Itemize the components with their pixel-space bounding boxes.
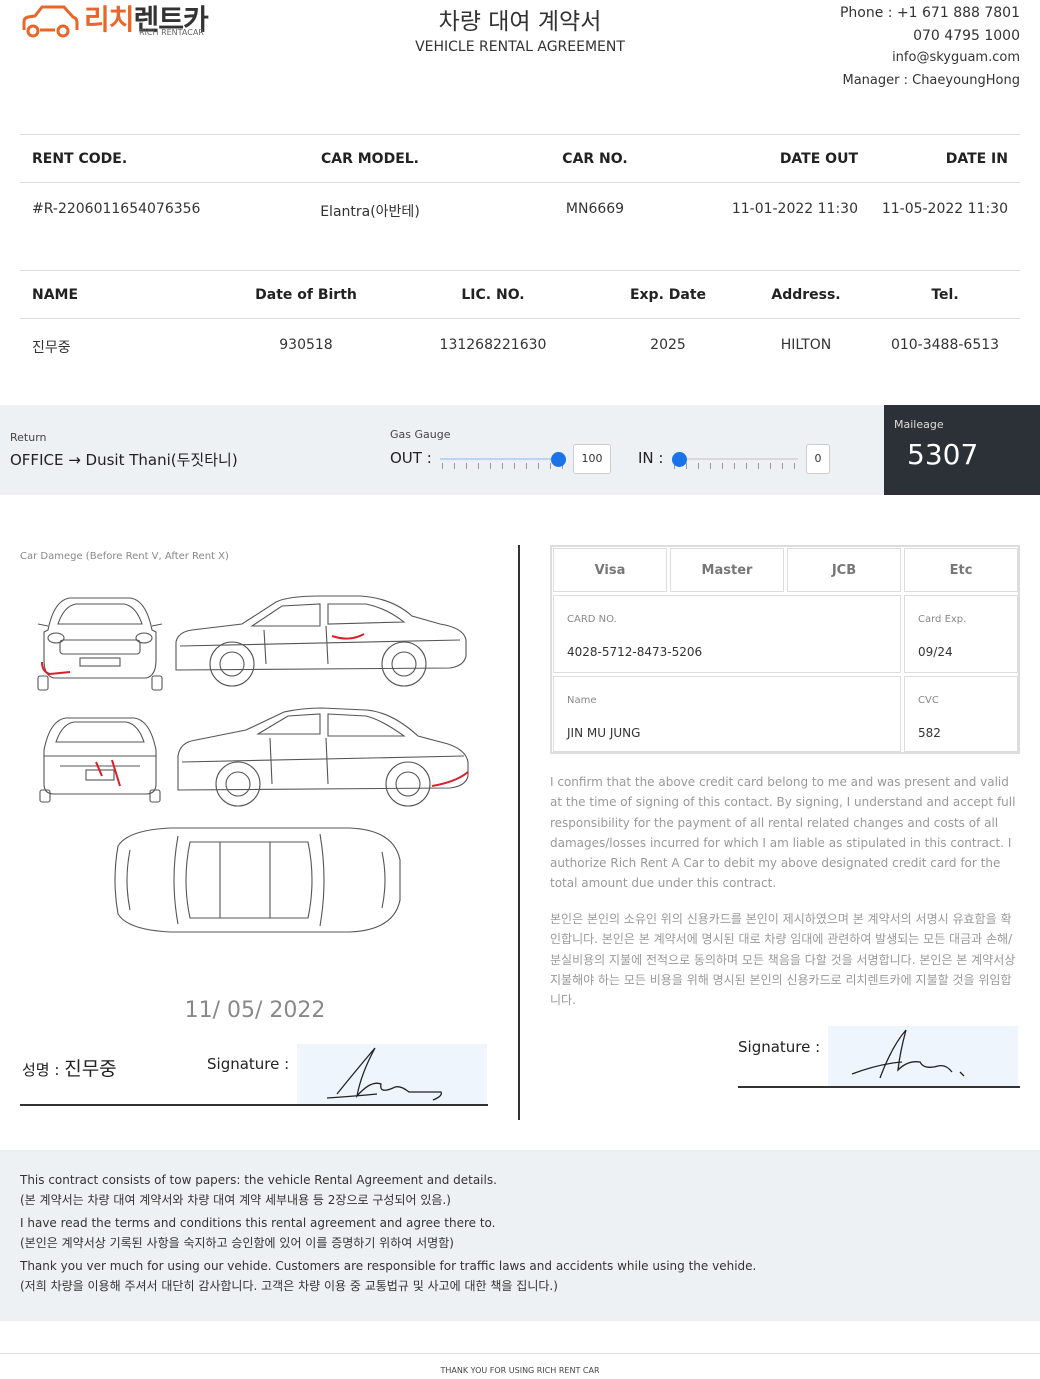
card-exp-label: Card Exp. — [918, 614, 967, 625]
gas-out-label: OUT : — [390, 449, 432, 467]
card-number-cell: CARD NO. 4028-5712-8473-5206 — [553, 595, 901, 673]
signature-label-left: Signature : — [207, 1055, 290, 1073]
email: info@skyguam.com — [892, 50, 1020, 65]
panel-divider — [518, 545, 520, 1120]
damage-mark-rear — [95, 759, 121, 787]
header-date-in: DATE IN — [945, 151, 1008, 167]
card-name-cell: Name JIN MU JUNG — [553, 676, 901, 752]
gas-in-input[interactable]: 0 — [806, 444, 830, 474]
header-car-model: CAR MODEL. — [320, 151, 420, 167]
card-brand-etc[interactable]: Etc — [904, 548, 1018, 592]
consent-text-ko: 본인은 본인의 소유인 위의 신용카드를 본인이 제시하였으며 본 계약서의 서… — [550, 912, 1016, 1008]
car-side-view-left — [175, 595, 467, 687]
gas-in-slider[interactable] — [672, 452, 798, 472]
header-car-no: CAR NO. — [562, 151, 628, 167]
damage-mark-front — [41, 661, 71, 676]
gas-in-slider-thumb[interactable] — [672, 452, 687, 467]
card-exp-cell: Card Exp. 09/24 — [904, 595, 1018, 673]
card-brand-jcb[interactable]: JCB — [787, 548, 901, 592]
car-model: Elantra(아반테) — [320, 204, 420, 220]
return-location: OFFICE → Dusit Thani(두짓타니) — [10, 451, 238, 469]
card-brand-master[interactable]: Master — [670, 548, 784, 592]
rent-code: #R-2206011654076356 — [32, 201, 201, 217]
car-logo-icon — [22, 5, 79, 38]
renter-tel: 010-3488-6513 — [890, 337, 1000, 353]
manager: Manager : ChaeyoungHong — [842, 72, 1020, 88]
damage-marks — [41, 633, 469, 787]
renter-exp-date: 2025 — [650, 337, 686, 353]
mileage-label: Maileage — [894, 418, 944, 431]
renter-address: HILTON — [780, 337, 832, 353]
consent-text-en: I confirm that the above credit card bel… — [550, 775, 1016, 891]
card-cvc-label: CVC — [918, 695, 939, 706]
return-label: Return — [10, 431, 47, 444]
signature-box-right[interactable] — [828, 1026, 1018, 1086]
signer-name-label: 성명 : — [22, 1061, 60, 1079]
date-out: 11-01-2022 11:30 — [731, 201, 858, 217]
car-rear-view — [39, 717, 161, 803]
card-number-label: CARD NO. — [567, 614, 617, 625]
signature-box-left[interactable] — [297, 1044, 487, 1104]
signer-name-value: 진무중 — [64, 1058, 117, 1080]
footer-line: Thank you ver much for using our vehide.… — [20, 1259, 757, 1273]
date-in: 11-05-2022 11:30 — [881, 201, 1008, 217]
logo-subtitle: RICH RENTACAR — [139, 28, 204, 37]
card-number-value: 4028-5712-8473-5206 — [567, 645, 703, 659]
phone-2: 070 4795 1000 — [913, 27, 1020, 44]
company-logo: 리치렌트카 RICH RENTACAR — [18, 0, 238, 44]
signature-drawing-right — [851, 1029, 965, 1079]
phone-1: Phone : +1 671 888 7801 — [839, 5, 1020, 21]
header-date-out: DATE OUT — [779, 151, 858, 167]
header-rent-code: RENT CODE. — [32, 151, 128, 167]
card-exp-value: 09/24 — [918, 645, 953, 659]
contact-info: Phone : +1 671 888 7801 070 4795 1000 in… — [840, 2, 1020, 92]
header-address: Address. — [771, 287, 841, 303]
card-name-label: Name — [567, 695, 597, 706]
card-brand-visa[interactable]: Visa — [553, 548, 667, 592]
car-damage-diagram — [37, 595, 469, 933]
car-top-view — [114, 827, 401, 933]
signer-name: 성명 : 진무중 — [22, 1054, 117, 1081]
car-damage-label: Car Damege (Before Rent V, After Rent X) — [20, 551, 229, 562]
mileage-panel: Maileage 5307 — [884, 405, 1040, 495]
gas-gauge-label: Gas Gauge — [390, 428, 451, 441]
renter-dob: 930518 — [279, 337, 333, 353]
footer-line: (본인은 계약서상 기록된 사항을 숙지하고 승인함에 있어 이를 증명하기 위… — [20, 1235, 454, 1250]
footer-line: This contract consists of tow papers: th… — [20, 1173, 497, 1187]
header-exp-date: Exp. Date — [629, 287, 707, 303]
car-no: MN6669 — [565, 201, 625, 217]
card-cvc-value: 582 — [918, 726, 941, 740]
header-license-no: LIC. NO. — [461, 287, 525, 303]
gas-in-label: IN : — [638, 449, 664, 467]
header-name: NAME — [32, 287, 79, 303]
car-front-view — [37, 597, 163, 691]
gas-out-slider-thumb[interactable] — [551, 452, 566, 467]
header-tel: Tel. — [931, 287, 959, 303]
footer-notes: This contract consists of tow papers: th… — [20, 1171, 756, 1296]
renter-license-no: 131268221630 — [439, 337, 547, 353]
footer-line: (저희 차량을 이용해 주셔서 대단히 감사합니다. 고객은 차량 이용 중 교… — [20, 1278, 558, 1293]
mileage-value: 5307 — [907, 438, 979, 471]
signature-drawing-left — [326, 1047, 442, 1101]
damage-mark-side-upper — [331, 633, 365, 640]
renter-name: 진무중 — [32, 340, 71, 356]
footer-line: I have read the terms and conditions thi… — [20, 1216, 496, 1230]
footer-line: (본 계약서는 차량 대여 계약서와 차량 대여 계약 세부내용 등 2장으로 … — [20, 1192, 451, 1207]
gas-out-slider[interactable] — [440, 452, 566, 472]
car-side-view-right — [177, 707, 469, 807]
document-title-ko: 차량 대여 계약서 — [438, 9, 602, 35]
gas-out-input[interactable]: 100 — [573, 444, 611, 474]
thank-you-note: THANK YOU FOR USING RICH RENT CAR — [440, 1366, 600, 1375]
card-cvc-cell: CVC 582 — [904, 676, 1018, 752]
document-title-en: VEHICLE RENTAL AGREEMENT — [415, 39, 625, 55]
signing-date: 11/ 05/ 2022 — [184, 998, 326, 1023]
header-dob: Date of Birth — [255, 287, 357, 303]
card-info-table: Visa Master JCB Etc CARD NO. 4028-5712-8… — [550, 545, 1020, 754]
signature-label-right: Signature : — [738, 1038, 821, 1056]
card-name-value: JIN MU JUNG — [567, 726, 641, 740]
